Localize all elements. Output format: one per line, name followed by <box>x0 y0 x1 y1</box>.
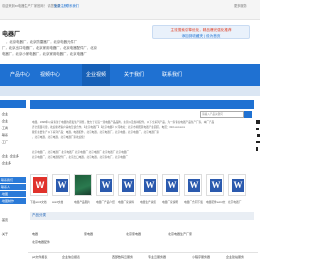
products-header <box>30 212 254 220</box>
product-image <box>75 175 91 195</box>
more-services-link[interactable]: 更多服务 <box>234 3 247 8</box>
intro-line-6: 北京电器厂，北京电器配件厂，北京出口电器，北京电器，北京家电厂，北京电器厂 <box>32 156 128 159</box>
thumb-word-8[interactable]: W <box>228 174 246 196</box>
nav-item-about[interactable]: 关于我们 <box>124 64 144 86</box>
thumb-caption-8[interactable]: 电器厂合同下载 <box>184 200 203 204</box>
sidebar-link-5[interactable]: ·工厂 <box>1 140 8 144</box>
sidebar-link-2[interactable]: ·企业 <box>1 119 8 123</box>
header-subline-2: 厂，北京出口电器厂，北京家用电器厂，北京电器配件厂，北京 <box>2 46 97 50</box>
intro-line-5: 北京电器厂，北京电器厂 北京电器厂 北京电器厂 北京电器厂 北京电器厂 北京电器… <box>32 151 129 154</box>
products-title: 产品分类 <box>32 213 46 217</box>
sidebar-link-7[interactable]: ·企业多 <box>1 161 11 165</box>
sidebar-contact[interactable]: 联系我们 <box>0 177 26 183</box>
welcome-text: 欢迎来到xx电器生产厂家官网！ 请您登录 <box>2 4 61 8</box>
contact-link[interactable]: 联系我们 <box>66 3 79 8</box>
intro-line-1: 电器，1998年以来专注于电器的研发生产销售，致力于打造一流电器产品品牌，主营以… <box>32 121 215 124</box>
nav-item-products[interactable]: 产品中心 <box>10 64 30 86</box>
register-link[interactable]: 免费注册 <box>54 3 67 8</box>
thumb-wps[interactable]: W <box>30 174 48 196</box>
product-item-2[interactable]: 家电器 <box>84 232 93 236</box>
word-icon: W <box>56 179 68 192</box>
main-nav: 产品中心 视频中心 企业视频 关于我们 联系我们 <box>0 64 260 86</box>
sidebar-contact-person[interactable]: 联系人 <box>0 184 26 190</box>
thumb-word-5[interactable]: W <box>162 174 180 196</box>
thumb-caption-10[interactable]: 北京电器厂 <box>228 200 241 204</box>
sidebar-about-link[interactable]: ·关于 <box>1 232 8 236</box>
wps-icon: W <box>33 177 47 193</box>
thumb-caption-5[interactable]: 电器厂家资料 <box>118 200 134 204</box>
header-subline-1: ，北京电器厂，北京防雷器厂，北京电器元件厂 <box>6 40 78 44</box>
banner-strip <box>0 86 260 96</box>
thumb-word-2[interactable]: W <box>96 174 114 196</box>
word-icon: W <box>144 179 156 192</box>
search-input[interactable]: 请输入产品关键词 <box>200 111 244 118</box>
intro-line-4: ，北京电器，北京电器，北京电器厂家欢迎您！ <box>32 136 87 139</box>
section-title: 公司简介 <box>34 110 50 114</box>
sidebar-map-make[interactable]: ·地图制作 <box>0 198 26 204</box>
hotline-box[interactable]: 主流搜索引擎优化，精品爆光强化推荐 添加到收藏夹 | 设为首页 <box>152 25 250 39</box>
header-subline-3: 电器厂，北京小家电器厂，北京家用电器厂，北京电器厂 <box>2 52 87 56</box>
hotline-bottom-text[interactable]: 添加到收藏夹 | 设为首页 <box>153 33 249 39</box>
word-icon: W <box>100 179 112 192</box>
product-item-4[interactable]: 北京电器生产厂家 <box>168 232 192 236</box>
footer-item-2[interactable]: 企业信息报表 <box>62 255 80 259</box>
search-button[interactable] <box>244 111 252 123</box>
word-icon: W <box>210 179 222 192</box>
product-item-3[interactable]: 北京家电器 <box>126 232 141 236</box>
footer-item-5[interactable]: 小程序服务器 <box>192 255 210 259</box>
sidebar-map[interactable]: ·地图 <box>0 191 26 197</box>
intro-line-2: 齐全质量可靠，欢迎新老客户来电洽谈合作，【北京电器厂】【北京电器】公司地址：北京… <box>32 126 186 129</box>
search-icon <box>245 118 251 123</box>
thumb-caption-2[interactable]: word文档 <box>52 200 63 204</box>
word-icon: W <box>232 179 244 192</box>
footer-item-4[interactable]: 专业云服务器 <box>148 255 166 259</box>
sidebar-home-link[interactable]: ·首页 <box>1 218 8 222</box>
word-icon: W <box>166 179 178 192</box>
sidebar-link-6[interactable]: ·企业 ·企业多 <box>1 154 19 158</box>
nav-item-videos[interactable]: 视频中心 <box>40 64 60 86</box>
sidebar-link-1[interactable]: ·企业 <box>1 112 8 116</box>
section-header: 公司简介 <box>30 100 254 114</box>
thumb-caption-3[interactable]: 电器产品图片 <box>74 200 90 204</box>
product-item-5[interactable]: 北京电器配件 <box>32 240 50 244</box>
product-item-1[interactable]: 电器 <box>32 232 38 236</box>
thumb-word-6[interactable]: W <box>184 174 202 196</box>
thumb-word-3[interactable]: W <box>118 174 136 196</box>
sidebar-link-3[interactable]: ·工商 <box>1 126 8 130</box>
qr-code <box>256 114 260 154</box>
nav-item-company-video[interactable]: 企业视频 <box>82 64 111 86</box>
top-bar: 欢迎来到xx电器生产厂家官网！ 请您登录 免费注册 联系我们 更多服务 <box>0 0 260 20</box>
nav-item-contact[interactable]: 联系我们 <box>162 64 182 86</box>
thumb-word-4[interactable]: W <box>140 174 158 196</box>
sidebar-link-4[interactable]: ·联系 <box>1 133 8 137</box>
word-icon: W <box>122 179 134 192</box>
thumb-caption-6[interactable]: 电器生产资质 <box>140 200 156 204</box>
thumb-word-7[interactable]: W <box>206 174 224 196</box>
thumb-caption-7[interactable]: 电器厂家说明 <box>162 200 178 204</box>
thumb-caption-1[interactable]: 下载word文档 <box>30 200 47 204</box>
thumb-caption-9[interactable]: 电器配件word文 <box>206 200 225 204</box>
site-title: 电器厂 <box>2 32 21 38</box>
intro-line-3: 我们主要生产以下系列产品：电器，电器配件，北京电器，北京电器厂，北京电器，北京电… <box>32 131 160 134</box>
footer-item-1[interactable]: pd文件报表 <box>32 255 47 259</box>
thumb-caption-4[interactable]: 电器厂产品介绍 <box>96 200 115 204</box>
thumb-word-1[interactable]: W <box>52 174 70 196</box>
footer-item-3[interactable]: 西部数码云服务 <box>112 255 133 259</box>
sidebar-head <box>0 100 26 108</box>
word-icon: W <box>188 179 200 192</box>
thumb-image[interactable] <box>74 174 92 196</box>
footer-item-6[interactable]: 企业建站服务 <box>226 255 244 259</box>
